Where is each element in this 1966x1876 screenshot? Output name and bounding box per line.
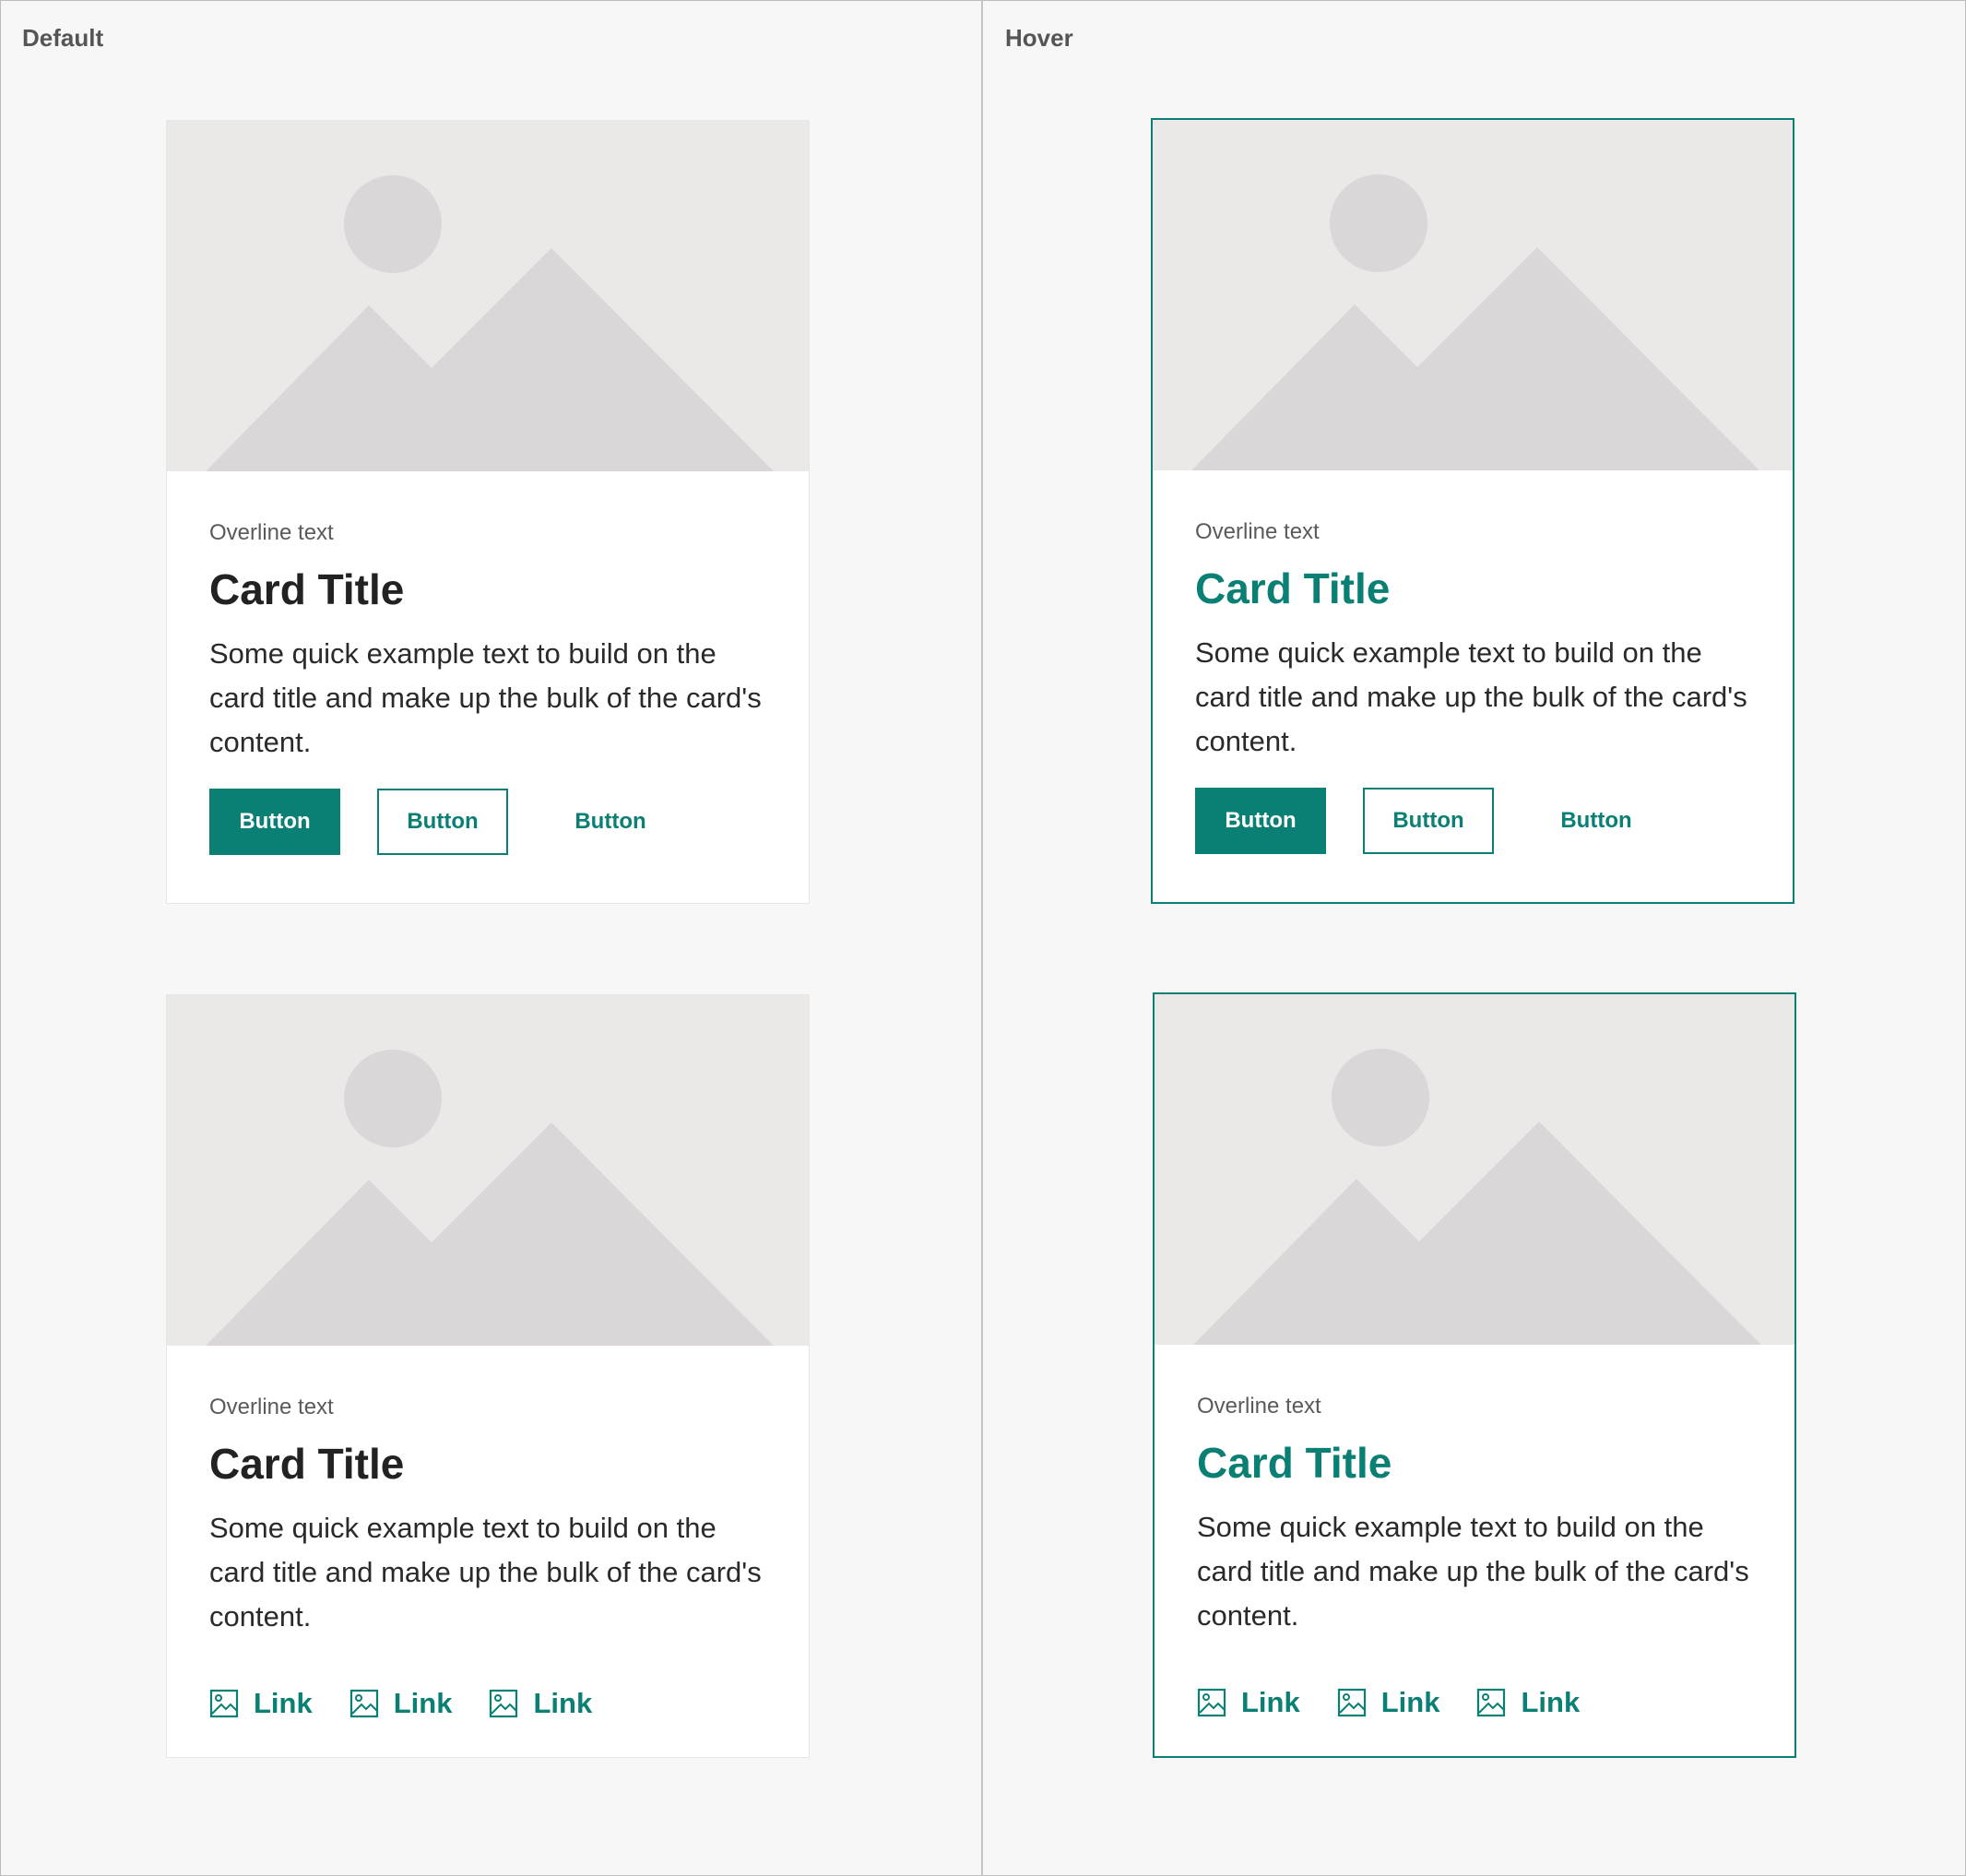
image-placeholder-icon (1191, 174, 1759, 470)
card-overline: Overline text (1195, 519, 1320, 544)
card-default-links[interactable]: Overline text Card Title Some quick exam… (166, 994, 810, 1758)
column-divider (981, 0, 983, 1876)
outline-button[interactable]: Button (377, 789, 508, 855)
link-label: Link (1521, 1686, 1581, 1718)
card-actions: Button Button Button (1195, 788, 1750, 854)
primary-button[interactable]: Button (209, 789, 340, 855)
default-column-label: Default (22, 24, 104, 52)
card-overline: Overline text (209, 1395, 334, 1419)
image-icon (1477, 1688, 1506, 1717)
card-overline: Overline text (209, 520, 334, 545)
card-title: Card Title (209, 1440, 405, 1488)
card-link[interactable]: Link (349, 1687, 453, 1720)
link-label: Link (393, 1687, 453, 1719)
link-label: Link (1241, 1686, 1300, 1718)
card-actions: Button Button Button (209, 789, 766, 855)
card-text: Some quick example text to build on the … (1197, 1511, 1749, 1632)
card-title: Card Title (1195, 564, 1391, 612)
card-default-buttons[interactable]: Overline text Card Title Some quick exam… (166, 120, 810, 904)
image-placeholder-icon (206, 175, 774, 471)
card-title: Card Title (209, 565, 405, 613)
card-image-placeholder (167, 121, 809, 471)
card-link[interactable]: Link (209, 1687, 313, 1720)
hover-column-label: Hover (1005, 24, 1073, 52)
card-title: Card Title (1197, 1439, 1392, 1487)
card-text: Some quick example text to build on the … (1195, 636, 1747, 757)
link-label: Link (1380, 1686, 1440, 1718)
text-button[interactable]: Button (545, 789, 676, 855)
card-hover-links[interactable]: Overline text Card Title Some quick exam… (1153, 992, 1796, 1758)
card-text: Some quick example text to build on the … (209, 1512, 762, 1633)
image-icon (1197, 1688, 1226, 1717)
image-icon (1337, 1688, 1366, 1717)
card-link[interactable]: Link (1197, 1686, 1300, 1719)
card-links: Link Link Link (209, 1687, 766, 1720)
card-link[interactable]: Link (1476, 1686, 1580, 1719)
outline-button[interactable]: Button (1363, 788, 1494, 854)
card-image-placeholder (1153, 120, 1793, 470)
primary-button[interactable]: Button (1195, 788, 1326, 854)
image-icon (349, 1689, 378, 1718)
text-button[interactable]: Button (1531, 788, 1662, 854)
link-label: Link (533, 1687, 593, 1719)
image-placeholder-icon (1193, 1049, 1761, 1345)
card-image-placeholder (167, 995, 809, 1346)
image-icon (209, 1689, 239, 1718)
card-hover-buttons[interactable]: Overline text Card Title Some quick exam… (1151, 118, 1794, 904)
card-text: Some quick example text to build on the … (209, 637, 762, 758)
card-link[interactable]: Link (1337, 1686, 1440, 1719)
card-image-placeholder (1155, 994, 1794, 1345)
image-placeholder-icon (206, 1050, 774, 1346)
card-link[interactable]: Link (489, 1687, 592, 1720)
card-overline: Overline text (1197, 1394, 1321, 1419)
card-links: Link Link Link (1197, 1686, 1752, 1719)
image-icon (490, 1689, 518, 1718)
link-label: Link (254, 1687, 313, 1719)
